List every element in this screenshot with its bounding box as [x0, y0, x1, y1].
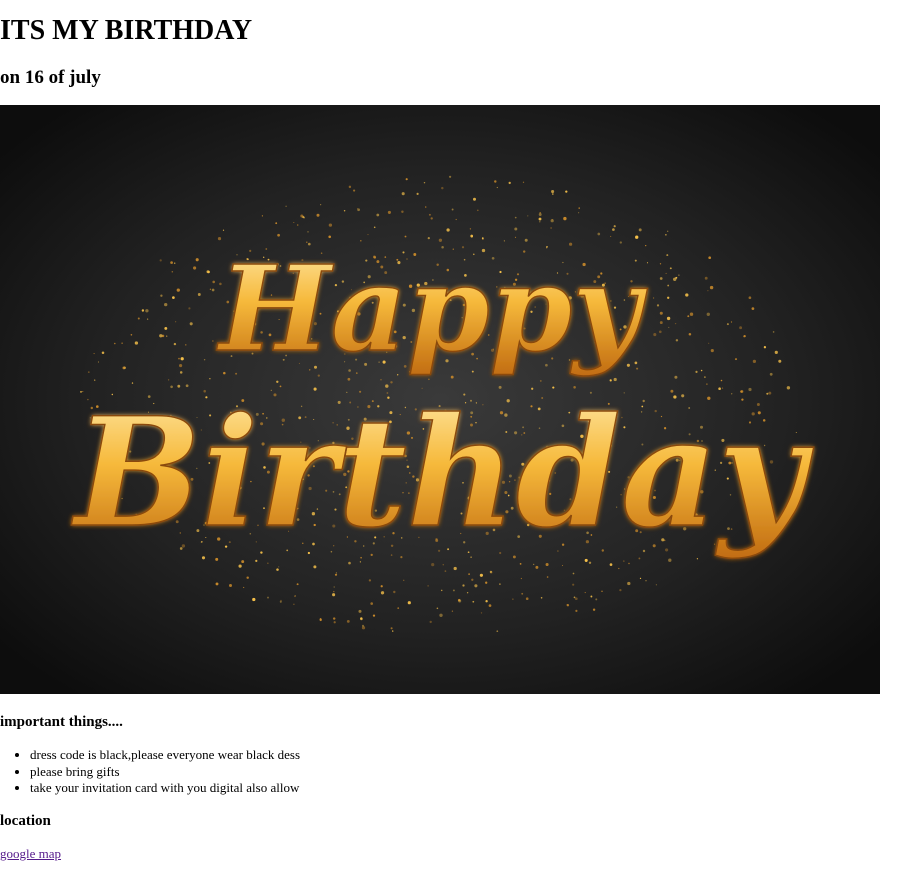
banner-text-birthday: Birthday [71, 385, 814, 561]
list-item: dress code is black,please everyone wear… [30, 747, 300, 764]
important-things-heading: important things.... [0, 714, 123, 730]
happy-birthday-banner-image: Happy Birthday [0, 105, 880, 694]
page: ITS MY BIRTHDAY on 16 of july Happy Birt… [0, 0, 892, 882]
banner-text-happy: Happy [216, 239, 648, 378]
google-map-link[interactable]: google map [0, 846, 61, 862]
page-title: ITS MY BIRTHDAY [0, 15, 253, 46]
location-heading: location [0, 813, 51, 829]
list-item: please bring gifts [30, 764, 300, 781]
important-things-list: dress code is black,please everyone wear… [0, 747, 300, 797]
page-subtitle: on 16 of july [0, 67, 101, 88]
list-item: take your invitation card with you digit… [30, 780, 300, 797]
